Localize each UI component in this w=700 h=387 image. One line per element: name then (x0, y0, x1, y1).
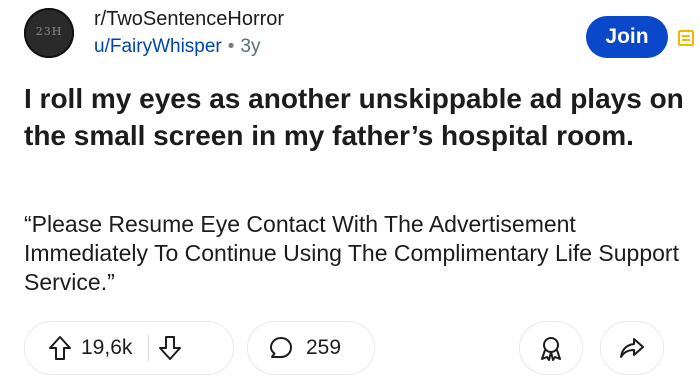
post-title[interactable]: I roll my eyes as another unskippable ad… (24, 80, 684, 154)
share-icon (619, 336, 645, 360)
avatar-text: 23H (35, 25, 63, 38)
post-meta: r/TwoSentenceHorror u/FairyWhisper • 3y (94, 6, 284, 60)
upvote-icon[interactable] (43, 331, 77, 365)
award-button[interactable] (519, 321, 583, 375)
join-button[interactable]: Join (586, 16, 668, 58)
subreddit-name[interactable]: r/TwoSentenceHorror (94, 6, 284, 32)
menu-icon[interactable] (678, 30, 694, 46)
share-button[interactable] (600, 321, 664, 375)
award-icon (538, 334, 564, 362)
post-age: 3y (240, 36, 261, 57)
meta-separator: • (227, 36, 235, 57)
comment-icon (264, 331, 298, 365)
post-body: “Please Resume Eye Contact With The Adve… (24, 211, 679, 295)
post-header: 23H r/TwoSentenceHorror u/FairyWhisper • 3… (24, 6, 694, 66)
downvote-icon[interactable] (153, 331, 187, 365)
comments-button[interactable]: 259 (247, 321, 375, 375)
comment-count: 259 (306, 336, 342, 359)
vote-bar: 19,6k (24, 321, 234, 375)
author-line: u/FairyWhisper • 3y (94, 34, 284, 60)
vote-divider (148, 335, 150, 361)
subreddit-avatar[interactable]: 23H (24, 8, 74, 58)
vote-count: 19,6k (81, 336, 133, 359)
author-name[interactable]: u/FairyWhisper (94, 36, 222, 57)
